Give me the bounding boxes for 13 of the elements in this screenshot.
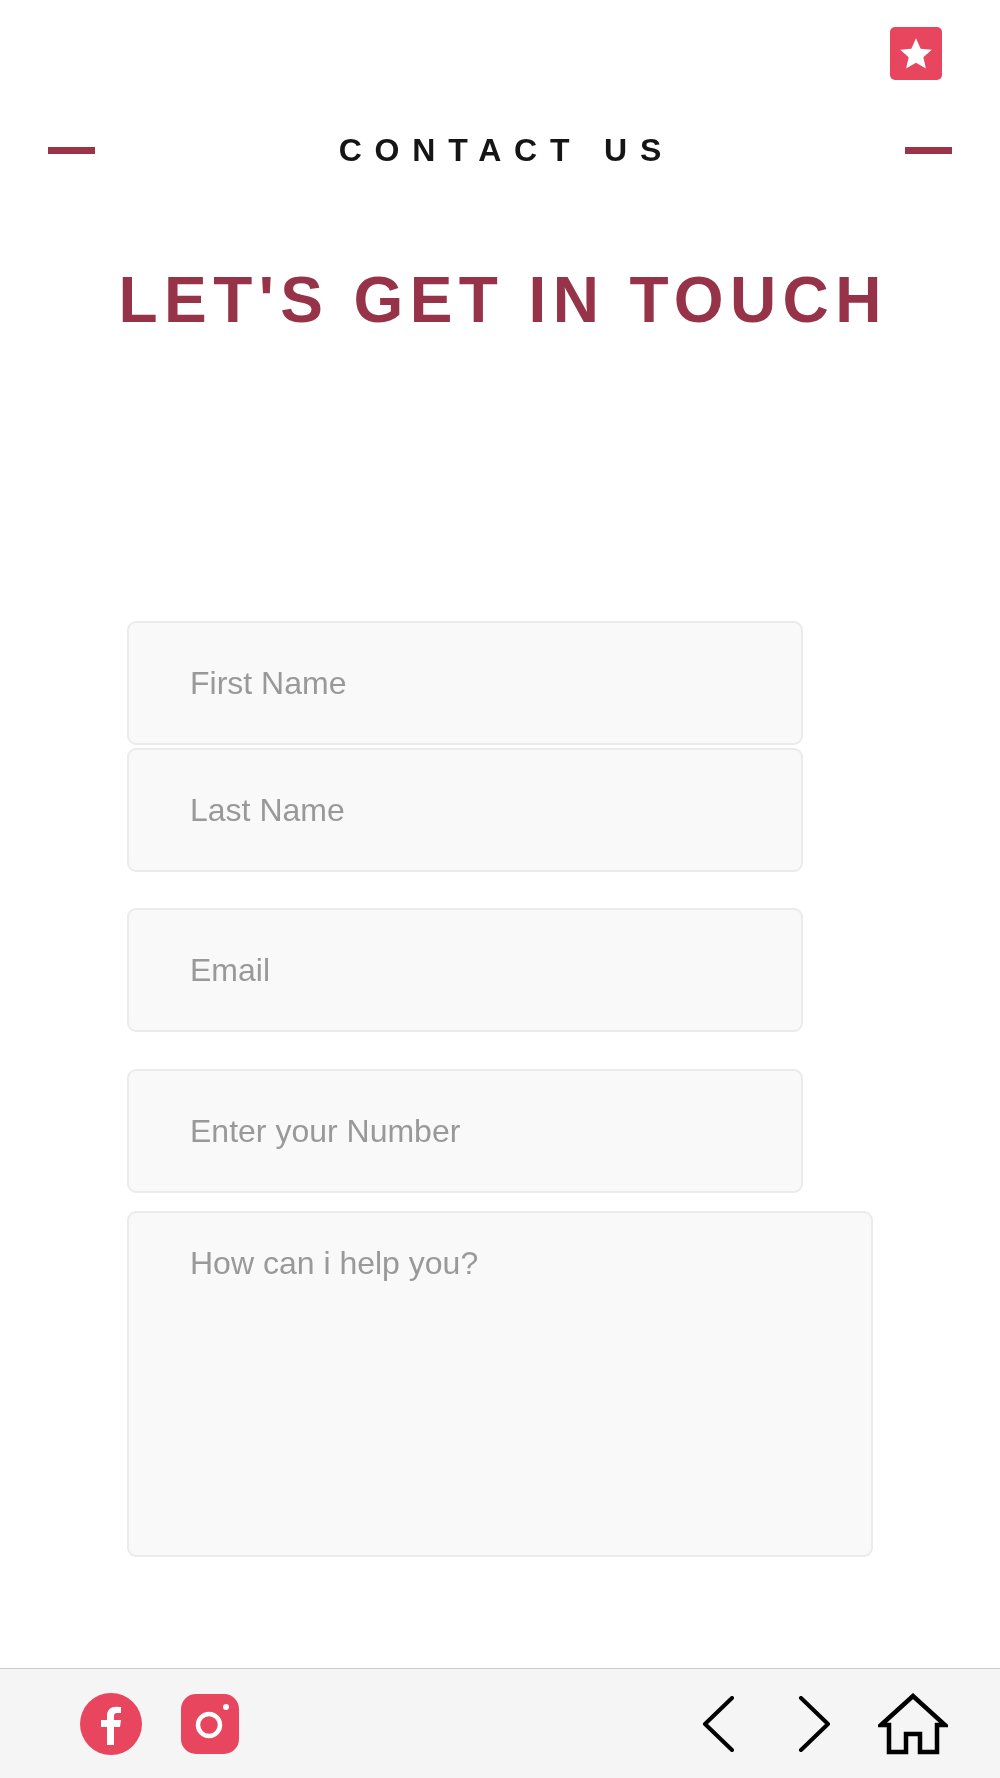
page-heading: LET'S GET IN TOUCH [117, 268, 888, 332]
instagram-icon[interactable] [181, 1693, 239, 1754]
input-field[interactable]: First Name [127, 621, 803, 745]
input-field[interactable]: Last Name [127, 748, 803, 872]
forward-icon[interactable] [798, 1695, 831, 1752]
input-field[interactable]: Email [127, 908, 803, 1032]
home-icon[interactable] [878, 1692, 948, 1755]
back-icon[interactable] [702, 1695, 735, 1752]
star-button[interactable] [890, 27, 942, 80]
message-field[interactable]: How can i help you? [127, 1211, 873, 1557]
facebook-icon[interactable] [80, 1692, 142, 1755]
input-field[interactable]: Enter your Number [127, 1069, 803, 1193]
section-title: CONTACT US [337, 131, 675, 170]
